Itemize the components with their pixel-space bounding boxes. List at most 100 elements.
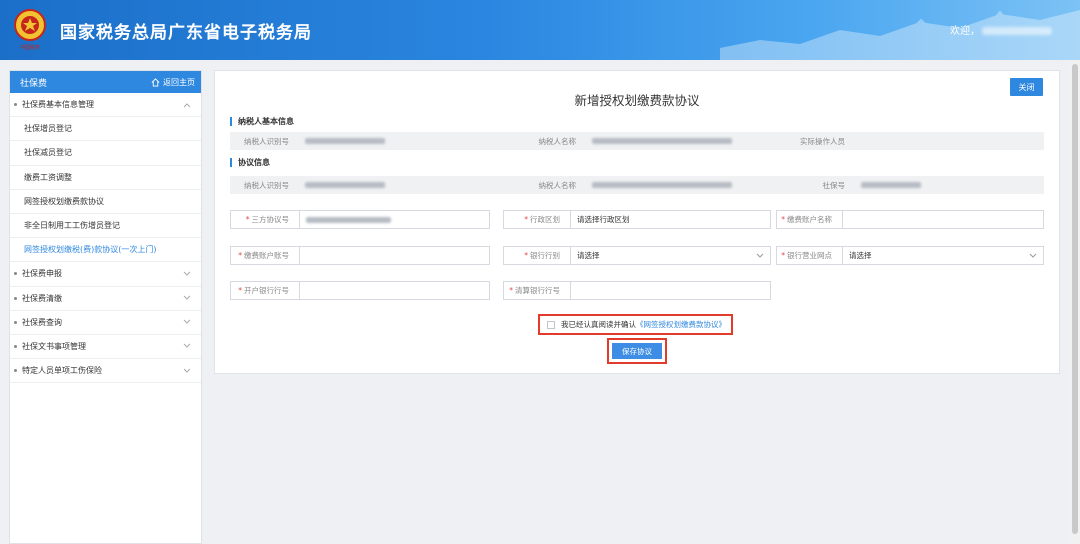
clearing-bank-no-input[interactable] [571,282,770,299]
sidebar-title: 社保费 [20,78,48,89]
sidebar-subitem[interactable]: 缴费工资调整 [10,166,201,190]
sidebar-group[interactable]: 社保文书事项管理 [10,335,201,360]
sidebar-group[interactable]: 社保费申报 [10,262,201,287]
bank-select[interactable]: * 银行行别 请选择 [503,246,771,265]
sidebar-item-label: 网签授权划缴税(费)款协议(一次上门) [24,245,157,255]
payer-name-input[interactable] [843,211,1043,228]
scrollbar-thumb[interactable] [1072,64,1078,534]
required-mark: * [245,215,250,224]
open-bank-no-label-text: 开户银行行号 [244,286,289,295]
sidebar-subitem[interactable]: 网签授权划缴税(费)款协议(一次上门) [10,238,201,263]
payer-name-label-text: 缴费账户名称 [787,215,832,224]
sidebar-item-label-wrap: 社保增员登记 [24,123,72,134]
chevron-down-icon [756,253,764,258]
branch-select[interactable]: * 银行营业网点 请选择 [776,246,1044,265]
bullet-icon [14,369,17,373]
taxpayer-id-label: 纳税人识别号 [244,136,289,146]
sidebar-group[interactable]: 社保费基本信息管理 [10,93,201,118]
chevron-down-icon [1029,253,1037,258]
sidebar-item-label: 社保费申报 [22,269,62,279]
tripartite-no-field[interactable]: * 三方协议号 [230,210,490,229]
payer-name-field[interactable]: * 缴费账户名称 [776,210,1044,229]
bullet-icon [14,103,17,107]
agreement-readonly-row: 纳税人识别号 纳税人名称 社保号 [230,176,1044,194]
chevron-up-icon [183,102,191,107]
agreement-form-panel: 关闭 新增授权划缴费款协议 纳税人基本信息 纳税人识别号 纳税人名称 实际操作人… [214,70,1060,374]
sidebar-item-label: 社保减员登记 [24,148,72,158]
required-mark: * [524,215,528,224]
district-value: 请选择行政区划 [577,215,630,224]
welcome-text: 欢迎， [950,22,1052,37]
agreement-taxpayer-id-value [299,176,520,194]
agree-checkbox[interactable] [547,320,555,329]
payer-account-input[interactable] [300,247,489,264]
home-icon [151,77,160,87]
sidebar-item-label-wrap: 社保费基本信息管理 [14,99,94,110]
taxpayer-id-value [299,132,520,150]
sidebar-item-label-wrap: 缴费工资调整 [24,172,72,183]
taxpayer-name-value [586,132,789,150]
required-mark: * [524,251,528,260]
sidebar-item-label: 非全日制用工工伤增员登记 [24,221,120,231]
clearing-bank-no-label-text: 清算银行行号 [515,286,560,295]
sidebar-subitem[interactable]: 社保减员登记 [10,141,201,166]
sidebar: 社保费 返回主页 社保费基本信息管理 社保增员登记 社保减员登记 缴费工资调整网签授权… [9,70,202,544]
svg-text:中国税务: 中国税务 [20,44,40,51]
form-title: 新增授权划缴费款协议 [574,93,700,108]
sidebar-item-label-wrap: 社保减员登记 [24,147,72,158]
open-bank-no-field[interactable]: * 开户银行行号 [230,281,490,300]
sidebar-item-label-wrap: 社保费清缴 [14,293,62,304]
agreement-link[interactable]: 《网签授权划缴费款协议》 [636,319,726,330]
tripartite-no-value [300,211,489,228]
clearing-bank-no-field[interactable]: * 清算银行行号 [503,281,771,300]
branch-label-text: 银行营业网点 [787,251,832,260]
social-no-value [855,176,1044,194]
payer-account-field[interactable]: * 缴费账户账号 [230,246,490,265]
sidebar-header: 社保费 返回主页 [10,71,201,93]
branch-value-text: 请选择 [849,251,872,260]
sidebar-subitem[interactable]: 网签授权划缴费款协议 [10,190,201,214]
branch-label: * 银行营业网点 [777,247,843,264]
payer-name-label: * 缴费账户名称 [777,211,843,228]
sidebar-group[interactable]: 社保费查询 [10,311,201,335]
open-bank-no-input[interactable] [300,282,489,299]
sidebar-item-label: 社保费查询 [22,317,62,327]
chevron-down-icon [183,344,191,349]
tax-emblem-icon: 中国税务 [14,9,46,51]
sidebar-group[interactable]: 社保费清缴 [10,287,201,311]
bullet-icon [14,344,17,348]
sidebar-item-label: 社保增员登记 [24,124,72,134]
operator-label: 实际操作人员 [800,136,845,146]
sidebar-subitem[interactable]: 社保增员登记 [10,117,201,142]
agreement-confirm-box: 我已经认真阅读并确认 《网签授权划缴费款协议》 [538,314,733,335]
bullet-icon [14,272,17,276]
sidebar-group[interactable]: 特定人员单项工伤保险 [10,359,201,384]
sidebar-item-label-wrap: 社保费申报 [14,268,62,279]
sidebar-item-label: 缴费工资调整 [24,172,72,182]
tripartite-no-label-text: 三方协议号 [251,215,290,224]
return-home-label: 返回主页 [163,77,195,87]
sidebar-menu: 社保费基本信息管理 社保增员登记 社保减员登记 缴费工资调整网签授权划缴费款协议非全日… [10,93,201,384]
chevron-down-icon [183,319,191,324]
required-mark: * [781,215,785,224]
agree-text: 我已经认真阅读并确认 [561,320,636,329]
sidebar-item-label: 社保费基本信息管理 [22,100,94,110]
page-scrollbar[interactable] [1070,60,1080,544]
required-mark: * [781,251,785,260]
bank-value: 请选择 [571,247,770,264]
sidebar-item-label: 社保费清缴 [22,293,62,303]
bank-value-text: 请选择 [577,251,600,260]
section-title-agreement: 协议信息 [230,158,270,167]
sidebar-item-label: 特定人员单项工伤保险 [22,366,102,376]
taxpayer-name-label: 纳税人名称 [538,136,577,146]
return-home-link[interactable]: 返回主页 [151,77,195,88]
tripartite-no-label: * 三方协议号 [231,211,300,228]
sidebar-item-label-wrap: 非全日制用工工伤增员登记 [24,220,120,231]
bullet-icon [14,296,17,300]
sidebar-item-label: 社保文书事项管理 [22,341,86,351]
district-select[interactable]: * 行政区划 请选择行政区划 [503,210,771,229]
sidebar-subitem[interactable]: 非全日制用工工伤增员登记 [10,214,201,239]
section-title-basic: 纳税人基本信息 [230,117,294,126]
save-agreement-button[interactable]: 保存协议 [612,343,662,359]
sidebar-item-label-wrap: 网签授权划缴费款协议 [24,196,104,207]
